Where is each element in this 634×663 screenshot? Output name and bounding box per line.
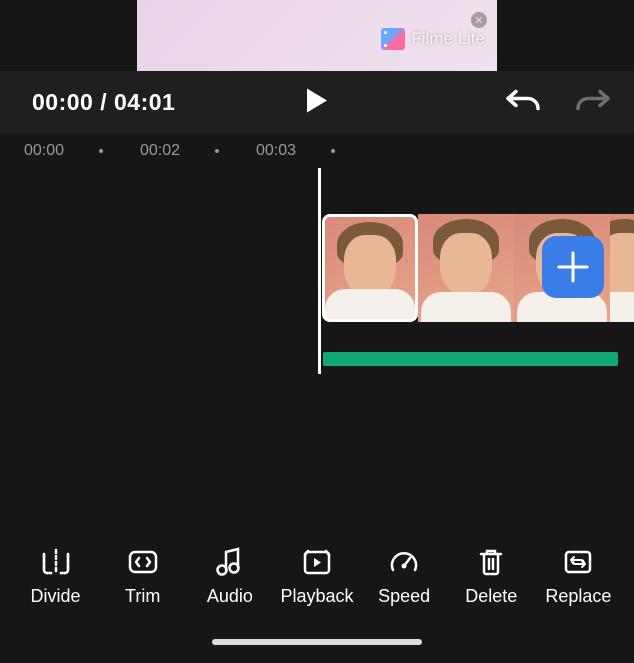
ruler-tick-label: 00:00 <box>24 142 64 160</box>
redo-button[interactable] <box>576 87 610 118</box>
ruler-dot <box>331 149 335 153</box>
ruler-dot <box>99 149 103 153</box>
tool-label: Playback <box>280 586 353 607</box>
tool-label: Trim <box>125 586 160 607</box>
divide-button[interactable]: Divide <box>17 548 95 607</box>
tool-label: Speed <box>378 586 430 607</box>
replace-icon <box>562 548 594 576</box>
watermark: Filme Lite <box>381 28 485 50</box>
add-clip-button[interactable] <box>542 236 604 298</box>
speed-icon <box>388 548 420 576</box>
edit-toolbar: Divide Trim Audio Playback Speed Delete <box>0 548 634 607</box>
divide-icon <box>40 548 72 576</box>
ruler-tick-label: 00:02 <box>140 142 180 160</box>
undo-icon <box>506 87 540 113</box>
current-time: 00:00 <box>32 89 93 115</box>
trim-button[interactable]: Trim <box>104 548 182 607</box>
timeline[interactable] <box>0 168 634 398</box>
tool-label: Audio <box>207 586 253 607</box>
playback-button[interactable]: Playback <box>278 548 356 607</box>
time-display: 00:00 / 04:01 <box>32 89 175 116</box>
playhead[interactable] <box>318 168 321 374</box>
play-icon <box>305 86 329 114</box>
redo-icon <box>576 87 610 113</box>
plus-icon <box>555 249 591 285</box>
playback-icon <box>301 548 333 576</box>
tool-label: Delete <box>465 586 517 607</box>
speed-button[interactable]: Speed <box>365 548 443 607</box>
clip-thumbnail[interactable] <box>322 214 418 322</box>
close-watermark-button[interactable]: ✕ <box>471 12 487 28</box>
ruler-tick-label: 00:03 <box>256 142 296 160</box>
play-button[interactable] <box>305 86 329 119</box>
audio-button[interactable]: Audio <box>191 548 269 607</box>
audio-icon <box>214 548 246 576</box>
delete-icon <box>475 548 507 576</box>
playback-controls: 00:00 / 04:01 <box>0 71 634 134</box>
preview-frame[interactable]: ✕ Filme Lite <box>137 0 497 71</box>
home-indicator[interactable] <box>212 639 422 645</box>
trim-icon <box>127 548 159 576</box>
undo-button[interactable] <box>506 87 540 118</box>
replace-button[interactable]: Replace <box>539 548 617 607</box>
audio-track[interactable] <box>323 352 618 366</box>
filme-logo-icon <box>381 28 405 50</box>
total-time: 04:01 <box>114 89 175 115</box>
video-preview: ✕ Filme Lite <box>0 0 634 71</box>
ruler-dot <box>215 149 219 153</box>
delete-button[interactable]: Delete <box>452 548 530 607</box>
tool-label: Divide <box>31 586 81 607</box>
watermark-text: Filme Lite <box>411 29 485 49</box>
clip-thumbnail[interactable] <box>610 214 634 322</box>
timeline-ruler[interactable]: 00:00 00:02 00:03 <box>0 134 634 168</box>
clip-thumbnail[interactable] <box>418 214 514 322</box>
tool-label: Replace <box>545 586 611 607</box>
